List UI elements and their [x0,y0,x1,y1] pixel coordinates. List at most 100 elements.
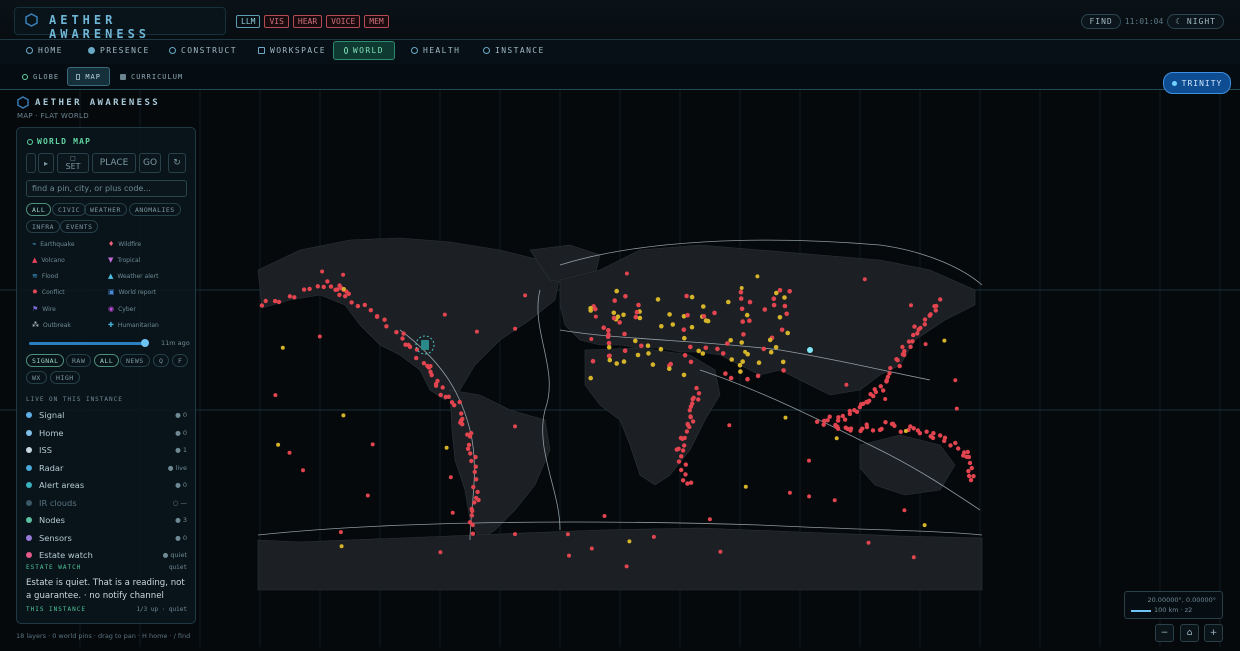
event-marker[interactable] [307,286,312,292]
event-marker[interactable] [688,414,693,420]
legend-item[interactable]: ◉ Cyber [108,305,184,313]
event-marker[interactable] [917,431,923,436]
legend-item[interactable]: ≋ Flood [32,273,108,281]
event-marker[interactable] [747,318,752,323]
event-marker[interactable] [701,304,706,309]
event-marker[interactable] [588,308,593,313]
layer-row[interactable]: IR clouds ○ — [26,496,187,510]
event-marker[interactable] [457,399,462,405]
event-marker[interactable] [645,343,651,348]
find-button[interactable]: FIND [1081,14,1121,29]
event-marker[interactable] [407,344,413,350]
event-marker[interactable] [428,364,433,369]
event-marker[interactable] [965,449,970,455]
event-marker[interactable] [740,319,745,324]
event-marker[interactable] [898,429,903,434]
tab-curriculum[interactable]: CURRICULUM [112,67,191,86]
place-button[interactable]: PLACE [92,153,136,173]
event-marker[interactable] [667,366,672,372]
event-marker[interactable] [911,426,916,431]
event-marker[interactable] [938,433,943,438]
event-marker[interactable] [755,373,761,379]
event-marker[interactable] [471,484,476,490]
event-marker[interactable] [365,493,370,498]
event-marker[interactable] [956,446,961,451]
event-marker[interactable] [400,336,405,341]
event-marker[interactable] [842,417,848,422]
event-marker[interactable] [680,478,686,483]
event-marker[interactable] [624,564,629,569]
event-marker[interactable] [272,298,278,304]
event-marker[interactable] [954,406,959,411]
event-marker[interactable] [715,346,720,352]
event-marker[interactable] [787,490,792,495]
event-marker[interactable] [836,415,841,420]
event-marker[interactable] [835,426,841,431]
event-marker[interactable] [469,513,475,518]
event-marker[interactable] [745,376,750,382]
layer-row[interactable]: Signal ● 0 [26,408,187,422]
layer-row[interactable]: Sensors ● 0 [26,531,187,545]
event-marker[interactable] [685,481,690,486]
event-marker[interactable] [700,351,706,356]
source-q[interactable]: Q [153,354,170,367]
source-all[interactable]: ALL [94,354,120,367]
event-marker[interactable] [473,464,478,469]
event-marker[interactable] [688,359,694,365]
event-marker[interactable] [747,299,753,305]
event-marker[interactable] [688,480,694,485]
event-marker[interactable] [438,550,443,555]
event-marker[interactable] [682,353,688,358]
event-marker[interactable] [821,422,826,427]
event-marker[interactable] [273,393,278,398]
event-marker[interactable] [784,311,789,317]
event-marker[interactable] [469,506,474,512]
event-marker[interactable] [470,531,476,536]
filter-civic[interactable]: CIVIC [52,203,87,216]
event-marker[interactable] [611,310,617,316]
event-marker[interactable] [782,303,788,309]
event-marker[interactable] [688,404,694,409]
event-marker[interactable] [761,346,767,352]
event-marker[interactable] [923,342,928,347]
event-marker[interactable] [814,419,820,424]
event-marker[interactable] [460,422,465,427]
event-marker[interactable] [335,287,340,292]
event-marker[interactable] [738,289,744,295]
event-marker[interactable] [953,440,958,446]
event-marker[interactable] [444,445,449,450]
layer-row[interactable]: Alert areas ● 0 [26,478,187,492]
event-marker[interactable] [906,339,912,344]
event-marker[interactable] [911,332,916,338]
layer-row[interactable]: Nodes ● 3 [26,513,187,527]
event-marker[interactable] [523,293,528,298]
filter-anomalies[interactable]: ANOMALIES [129,203,181,216]
legend-item[interactable]: ▲ Weather alert [108,273,184,281]
event-marker[interactable] [825,418,830,423]
event-marker[interactable] [883,397,888,401]
event-marker[interactable] [370,442,375,447]
event-marker[interactable] [633,314,639,320]
event-marker[interactable] [696,391,702,396]
tab-globe[interactable]: GLOBE [14,67,67,86]
event-marker[interactable] [263,298,268,304]
event-marker[interactable] [685,312,690,318]
event-marker[interactable] [892,423,897,428]
event-marker[interactable] [615,314,621,319]
event-marker[interactable] [646,351,651,356]
event-marker[interactable] [701,314,707,319]
event-marker[interactable] [848,426,854,431]
nav-workspace[interactable]: WORKSPACE [248,41,336,60]
event-marker[interactable] [883,420,888,425]
event-marker[interactable] [718,549,723,554]
event-marker[interactable] [341,272,346,277]
event-marker[interactable] [349,300,354,305]
event-marker[interactable] [969,465,974,471]
legend-item[interactable]: ✚ Humanitarian [108,322,184,330]
event-marker[interactable] [723,371,728,376]
event-marker[interactable] [466,442,472,448]
event-marker[interactable] [866,540,871,545]
event-marker[interactable] [622,331,627,337]
event-marker[interactable] [862,277,867,282]
event-marker[interactable] [343,294,348,299]
